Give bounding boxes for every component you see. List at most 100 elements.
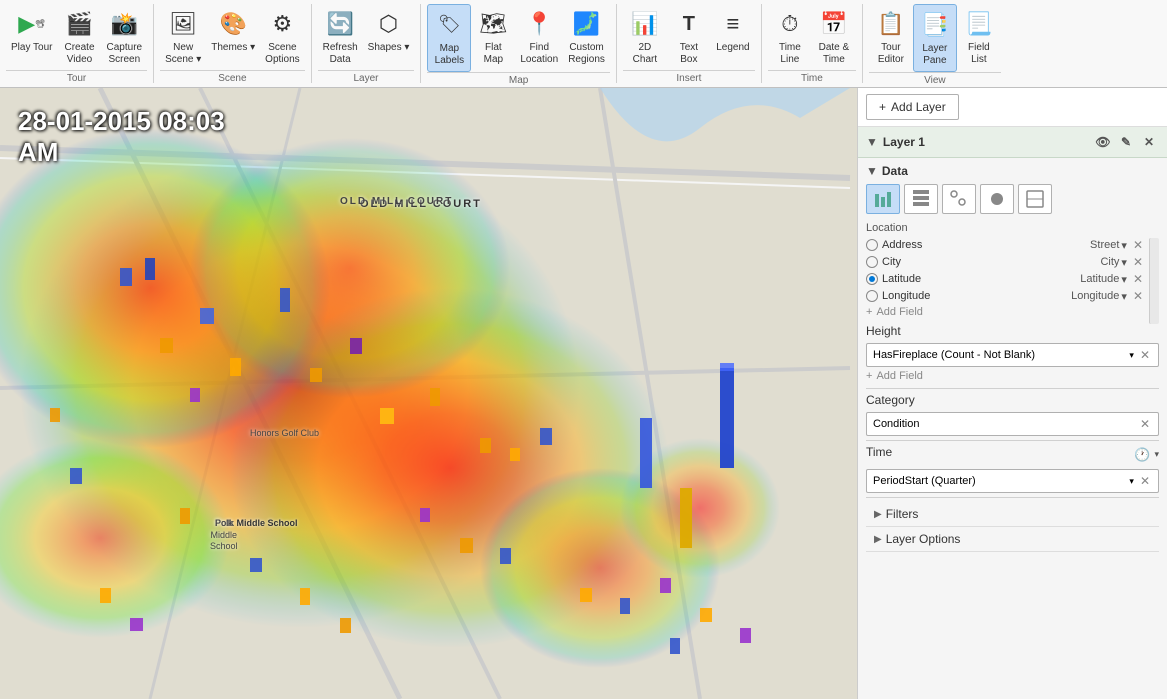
- right-panel: + Add Layer ▼ Layer 1 👁 ✎ ✕ ▼: [857, 88, 1167, 699]
- latitude-radio[interactable]: [866, 273, 878, 285]
- time-dropdown-arrow: ▾: [1129, 476, 1134, 487]
- map-group-label: Map: [427, 72, 610, 86]
- divider-2: [866, 440, 1159, 441]
- layer-close-button[interactable]: ✕: [1139, 132, 1159, 152]
- city-remove-button[interactable]: ✕: [1131, 255, 1145, 269]
- dtype-surface-button[interactable]: [1018, 184, 1052, 214]
- city-radio[interactable]: [866, 256, 878, 268]
- category-remove-button[interactable]: ✕: [1138, 417, 1152, 431]
- time-settings-arrow[interactable]: ▾: [1154, 449, 1159, 460]
- layer-header: ▼ Layer 1 👁 ✎ ✕: [866, 132, 1159, 152]
- address-radio[interactable]: [866, 239, 878, 251]
- divider-1: [866, 388, 1159, 389]
- dtype-bar-button[interactable]: [866, 184, 900, 214]
- address-remove-button[interactable]: ✕: [1131, 238, 1145, 252]
- time-remove-button[interactable]: ✕: [1138, 474, 1152, 488]
- scene-options-icon: ⚙: [266, 8, 298, 40]
- custom-regions-button[interactable]: 🗾 CustomRegions: [563, 4, 610, 70]
- create-video-button[interactable]: 🎬 CreateVideo: [58, 4, 102, 70]
- location-scrollbar[interactable]: [1149, 238, 1159, 324]
- flat-map-button[interactable]: 🗺 FlatMap: [471, 4, 515, 70]
- data-header: ▼ Data: [866, 164, 1159, 178]
- layer-options-row[interactable]: ▶ Layer Options: [866, 527, 1159, 552]
- height-dropdown-arrow: ▾: [1129, 350, 1134, 361]
- time-line-icon: ⏱: [774, 8, 806, 40]
- time-header: Time 🕐 ▾: [866, 445, 1159, 464]
- data-collapse-arrow[interactable]: ▼: [866, 164, 878, 178]
- longitude-remove-button[interactable]: ✕: [1131, 289, 1145, 303]
- dtype-column-button[interactable]: [904, 184, 938, 214]
- create-video-icon: 🎬: [64, 8, 96, 40]
- layer-collapse-arrow[interactable]: ▼: [866, 135, 878, 149]
- location-add-field[interactable]: + Add Field: [866, 306, 1145, 318]
- data-type-icons: [866, 184, 1159, 214]
- category-field-value: Condition: [873, 418, 1134, 430]
- scene-options-button[interactable]: ⚙ SceneOptions: [260, 4, 304, 70]
- toolbar-group-scene: 🖼 NewScene ▾ 🎨 Themes ▾ ⚙ SceneOptions S…: [154, 4, 312, 83]
- panel-header: + Add Layer: [858, 88, 1167, 127]
- main-area: OLD MILL COURT Polk Middle School 28-01-…: [0, 88, 1167, 699]
- shapes-icon: ⬡: [373, 8, 405, 40]
- 2d-chart-button[interactable]: 📊 2DChart: [623, 4, 667, 70]
- text-box-button[interactable]: T TextBox: [667, 4, 711, 70]
- refresh-data-button[interactable]: 🔄 RefreshData: [318, 4, 363, 70]
- height-field-row[interactable]: HasFireplace (Count - Not Blank) ▾ ✕: [866, 343, 1159, 367]
- layer-edit-button[interactable]: ✎: [1116, 132, 1136, 152]
- layer-options-arrow: ▶: [874, 534, 882, 545]
- height-remove-button[interactable]: ✕: [1138, 348, 1152, 362]
- time-section: Time 🕐 ▾ PeriodStart (Quarter) ▾ ✕: [866, 445, 1159, 493]
- toolbar-group-view: 📋 TourEditor 📑 LayerPane 📃 FieldList Vie…: [863, 4, 1007, 83]
- tour-editor-button[interactable]: 📋 TourEditor: [869, 4, 913, 70]
- shapes-button[interactable]: ⬡ Shapes ▾: [363, 4, 415, 58]
- date-time-button[interactable]: 📅 Date &Time: [812, 4, 856, 70]
- time-line-button[interactable]: ⏱ TimeLine: [768, 4, 812, 70]
- address-dropdown-arrow: ▾: [1121, 239, 1127, 252]
- time-clock-icon: 🕐: [1134, 447, 1150, 463]
- toolbar-group-map: 🏷 MapLabels 🗺 FlatMap 📍 FindLocation 🗾 C…: [421, 4, 617, 83]
- map-container[interactable]: OLD MILL COURT Polk Middle School 28-01-…: [0, 88, 857, 699]
- height-field-value: HasFireplace (Count - Not Blank): [873, 349, 1125, 361]
- heatmap-svg: [0, 88, 857, 699]
- legend-icon: ≡: [717, 8, 749, 40]
- category-field-row[interactable]: Condition ✕: [866, 412, 1159, 436]
- layer-visibility-button[interactable]: 👁: [1093, 132, 1113, 152]
- themes-button[interactable]: 🎨 Themes ▾: [206, 4, 260, 58]
- date-time-icon: 📅: [818, 8, 850, 40]
- text-box-icon: T: [673, 8, 705, 40]
- capture-screen-button[interactable]: 📸 CaptureScreen: [102, 4, 148, 70]
- filters-row[interactable]: ▶ Filters: [866, 502, 1159, 527]
- flat-map-icon: 🗺: [477, 8, 509, 40]
- layer-pane-button[interactable]: 📑 LayerPane: [913, 4, 957, 72]
- dtype-dot-button[interactable]: [980, 184, 1014, 214]
- play-tour-button[interactable]: ▶📽 Play Tour: [6, 4, 58, 58]
- add-layer-button[interactable]: + Add Layer: [866, 94, 959, 120]
- longitude-radio[interactable]: [866, 290, 878, 302]
- play-tour-icon: ▶📽: [16, 8, 48, 40]
- dtype-scatter-button[interactable]: [942, 184, 976, 214]
- location-field-address: Address Street ▾ ✕: [866, 238, 1145, 252]
- insert-group-label: Insert: [623, 70, 755, 84]
- custom-regions-icon: 🗾: [571, 8, 603, 40]
- field-list-button[interactable]: 📃 FieldList: [957, 4, 1001, 70]
- category-label: Category: [866, 393, 1159, 407]
- city-dropdown-arrow: ▾: [1121, 256, 1127, 269]
- new-scene-icon: 🖼: [167, 8, 199, 40]
- toolbar-group-insert: 📊 2DChart T TextBox ≡ Legend Insert: [617, 4, 762, 83]
- map-labels-button[interactable]: 🏷 MapLabels: [427, 4, 471, 72]
- time-field-row[interactable]: PeriodStart (Quarter) ▾ ✕: [866, 469, 1159, 493]
- map-labels-icon: 🏷: [433, 9, 465, 41]
- category-section: Category Condition ✕: [866, 393, 1159, 436]
- filters-label: Filters: [886, 507, 919, 521]
- location-field-longitude: Longitude Longitude ▾ ✕: [866, 289, 1145, 303]
- toolbar: ▶📽 Play Tour 🎬 CreateVideo 📸 CaptureScre…: [0, 0, 1167, 88]
- capture-screen-icon: 📸: [108, 8, 140, 40]
- layer-group-label: Layer: [318, 70, 415, 84]
- height-add-field[interactable]: + Add Field: [866, 370, 1159, 382]
- data-section: ▼ Data: [858, 158, 1167, 558]
- location-fields: Address Street ▾ ✕ City City ▾ ✕ Lat: [866, 238, 1145, 324]
- legend-button[interactable]: ≡ Legend: [711, 4, 755, 58]
- new-scene-button[interactable]: 🖼 NewScene ▾: [160, 4, 206, 70]
- location-field-latitude: Latitude Latitude ▾ ✕: [866, 272, 1145, 286]
- latitude-remove-button[interactable]: ✕: [1131, 272, 1145, 286]
- find-location-button[interactable]: 📍 FindLocation: [515, 4, 563, 70]
